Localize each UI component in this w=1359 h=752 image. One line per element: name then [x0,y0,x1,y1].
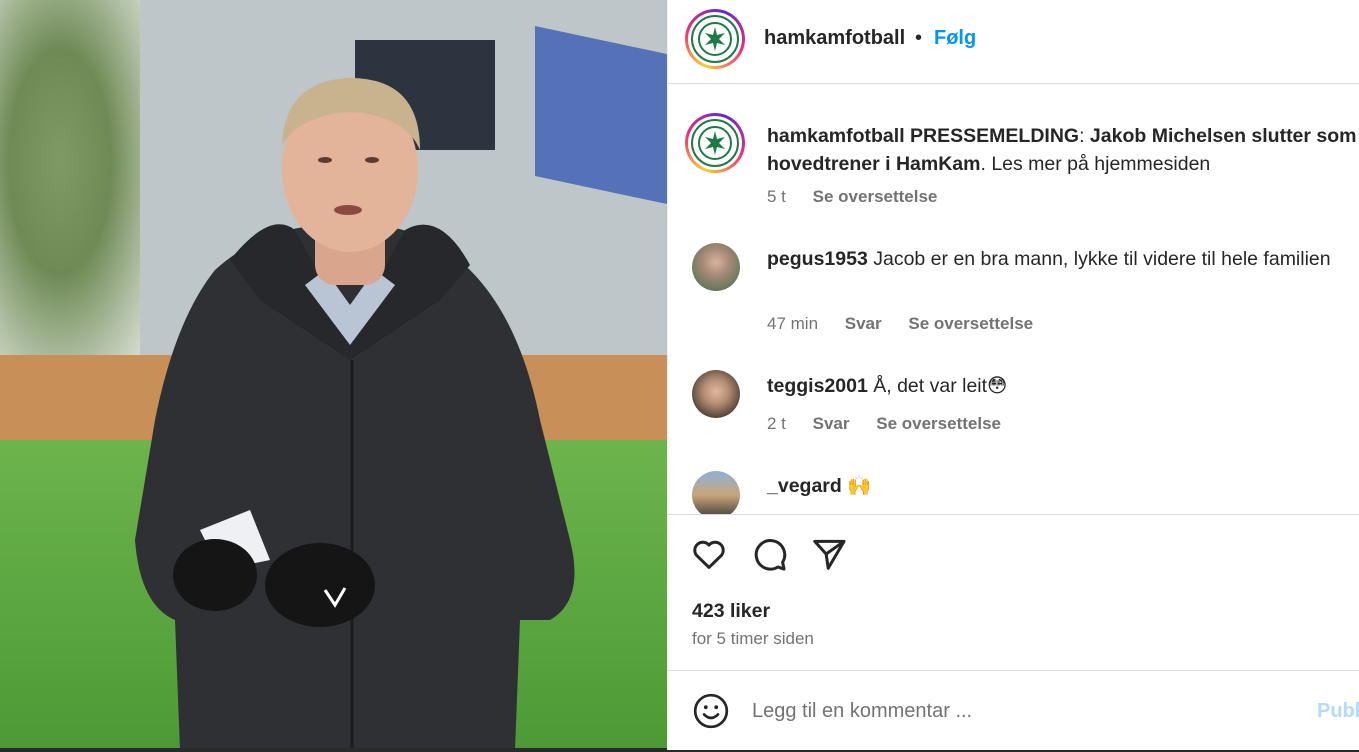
comment-username[interactable]: pegus1953 [767,248,868,270]
comment-text: teggis2001 Å, det var leit😳 [767,372,1337,400]
send-icon [813,539,846,570]
comment-body: 🙌 [847,475,872,497]
comment-time[interactable]: 47 min [767,314,818,333]
caption-rest: . Les mer på hjemmesiden [980,153,1211,175]
comment-reply-button[interactable]: Svar [813,414,850,433]
commenter-avatar[interactable] [692,243,740,291]
comment-text: _vegard 🙌 [767,472,1337,500]
comment-bubble-icon [754,539,787,571]
account-avatar[interactable] [685,9,745,69]
club-crest-icon [698,126,732,160]
club-crest-icon [698,22,732,56]
comment-meta: 47 min Svar Se oversettelse [767,314,1055,334]
caption-avatar[interactable] [685,113,745,173]
post-header: hamkamfotball • Følg [668,0,1359,84]
comment-translate-button[interactable]: Se oversettelse [908,314,1033,333]
comment-translate-button[interactable]: Se oversettelse [876,414,1001,433]
commenter-avatar[interactable] [692,370,740,418]
photo-person [135,78,575,750]
comment-text: pegus1953 Jacob er en bra mann, lykke ti… [767,245,1337,273]
comment-time[interactable]: 2 t [767,414,786,433]
caption-translate-button[interactable]: Se oversettelse [813,187,938,206]
smiley-icon [693,693,729,729]
account-username[interactable]: hamkamfotball [764,27,905,50]
caption-text: hamkamfotball PRESSEMELDING: Jakob Miche… [767,122,1357,178]
share-button[interactable] [810,535,850,575]
post-actions: 423 liker for 5 timer siden [668,514,1359,671]
post-photo[interactable] [0,0,667,750]
publish-button[interactable]: Publ [1317,700,1359,723]
follow-button[interactable]: Følg [934,27,976,50]
comment-meta: 2 t Svar Se oversettelse [767,414,1023,434]
comment-body: Jacob er en bra mann, lykke til videre t… [873,248,1331,270]
emoji-button[interactable] [692,692,730,730]
comment-reply-button[interactable]: Svar [845,314,882,333]
caption-time[interactable]: 5 t [767,187,786,206]
comment-username[interactable]: teggis2001 [767,375,868,397]
post-detail-panel: hamkamfotball • Følg hamkamfotball PRESS… [667,0,1359,750]
comment-composer: Publ [668,672,1359,750]
caption-username[interactable]: hamkamfotball [767,125,905,147]
post-timestamp: for 5 timer siden [692,629,814,648]
caption-headline: PRESSEMELDING [910,125,1080,147]
like-count[interactable]: 423 liker [692,600,770,623]
comment-button[interactable] [750,535,790,575]
like-button[interactable] [690,535,730,575]
comment-body: Å, det var leit😳 [873,375,1008,397]
separator-dot: • [915,27,923,49]
caption-colon: : [1079,125,1085,147]
comment-username[interactable]: _vegard [767,475,842,497]
comment-input[interactable] [752,694,1272,728]
commenter-avatar[interactable] [692,471,740,514]
caption-meta: 5 t Se oversettelse [767,187,959,207]
heart-icon [693,540,725,569]
comments-list[interactable]: hamkamfotball PRESSEMELDING: Jakob Miche… [668,85,1359,514]
